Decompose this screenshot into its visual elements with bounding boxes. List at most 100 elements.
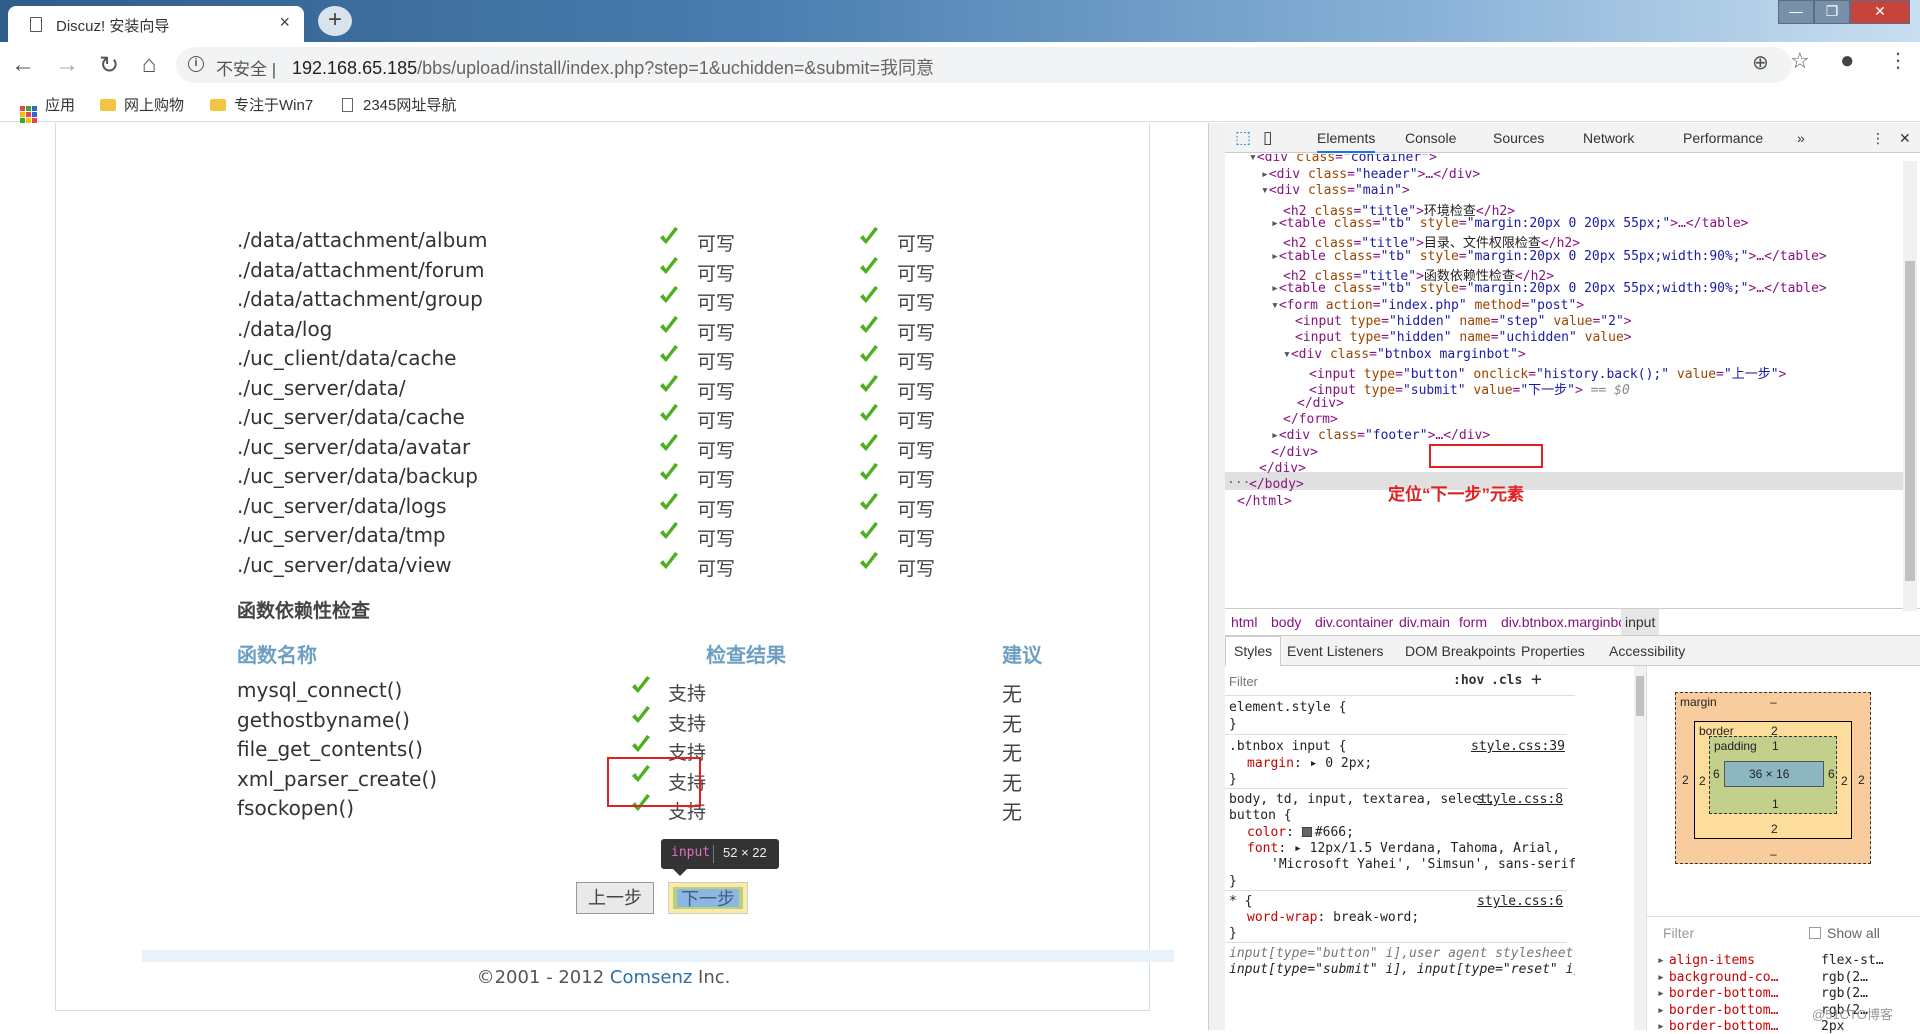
bookmark-star-icon[interactable]: ☆ bbox=[1790, 48, 1810, 74]
dom-line[interactable]: </form> bbox=[1283, 412, 1338, 427]
dom-line[interactable]: <input type="hidden" name="step" value="… bbox=[1295, 314, 1632, 329]
dom-tree-scrollbar[interactable] bbox=[1903, 161, 1917, 611]
rule-body-source-link[interactable]: style.css:8 bbox=[1477, 792, 1563, 807]
crumb-main[interactable]: div.main bbox=[1399, 614, 1450, 630]
rule-btnbox-selector[interactable]: .btnbox input { bbox=[1229, 739, 1346, 754]
dom-row-dots[interactable]: ... bbox=[1227, 472, 1250, 487]
dom-line[interactable]: </html> bbox=[1237, 494, 1292, 509]
rule-btnbox-source-link[interactable]: style.css:39 bbox=[1471, 739, 1565, 754]
next-step-button[interactable]: 下一步 bbox=[668, 882, 748, 914]
zoom-icon[interactable]: ⊕ bbox=[1752, 50, 1769, 75]
window-close-button[interactable]: ✕ bbox=[1850, 0, 1910, 24]
window-minimize-button[interactable]: — bbox=[1778, 0, 1814, 24]
tab-dom-breakpoints[interactable]: DOM Breakpoints bbox=[1405, 643, 1515, 659]
expand-triangle-icon[interactable]: ▸ bbox=[1657, 970, 1665, 985]
tab-elements[interactable]: Elements bbox=[1317, 130, 1376, 153]
rule-body-selector-2[interactable]: button { bbox=[1229, 808, 1292, 823]
dom-line[interactable]: </div> bbox=[1271, 445, 1318, 460]
box-model-border[interactable]: border 2 2 2 2 padding 1 1 6 6 36 × 16 bbox=[1694, 721, 1852, 839]
dom-line[interactable]: ▸<div class="header">…</div> bbox=[1261, 167, 1480, 182]
dom-tree[interactable]: ... ▾<div class="container"> ▸<div class… bbox=[1225, 154, 1905, 608]
computed-prop-row[interactable]: ▸ align-items flex-st… bbox=[1657, 953, 1884, 968]
prop-color[interactable]: color: #666; bbox=[1247, 825, 1354, 840]
new-rule-icon[interactable]: + bbox=[1531, 669, 1542, 690]
expand-triangle-icon[interactable]: ▸ bbox=[1657, 953, 1665, 968]
more-tabs-icon[interactable]: » bbox=[1797, 130, 1805, 146]
dom-line[interactable]: ▾<div class="container"> bbox=[1249, 154, 1437, 165]
reload-icon[interactable]: ↻ bbox=[94, 51, 124, 80]
crumb-btnbox[interactable]: div.btnbox.marginbot bbox=[1501, 614, 1630, 630]
dom-line[interactable]: ▸<table class="tb" style="margin:20px 0 … bbox=[1271, 281, 1827, 296]
rule-ua-selector[interactable]: input[type="button" i], bbox=[1229, 946, 1409, 961]
back-arrow-icon[interactable]: ← bbox=[8, 51, 38, 79]
browser-menu-icon[interactable]: ⋮ bbox=[1888, 48, 1908, 73]
tab-styles[interactable]: Styles bbox=[1225, 636, 1282, 666]
home-icon[interactable]: ⌂ bbox=[134, 51, 164, 79]
tab-network[interactable]: Network bbox=[1583, 130, 1634, 146]
crumb-container[interactable]: div.container bbox=[1315, 614, 1393, 630]
rule-element-style[interactable]: element.style { bbox=[1229, 700, 1346, 715]
dom-line[interactable]: ▸<table class="tb" style="margin:20px 0 … bbox=[1271, 216, 1748, 231]
new-tab-button[interactable]: + bbox=[318, 6, 352, 36]
dom-line[interactable]: ▾<div class="main"> bbox=[1261, 183, 1410, 198]
computed-prop-row[interactable]: ▸ background-co… rgb(2… bbox=[1657, 970, 1868, 985]
inspect-element-icon[interactable]: ⬚ bbox=[1235, 128, 1251, 148]
prop-word-wrap[interactable]: word-wrap: break-word; bbox=[1247, 910, 1419, 925]
rule-star-source-link[interactable]: style.css:6 bbox=[1477, 894, 1563, 909]
tab-performance[interactable]: Performance bbox=[1683, 130, 1763, 146]
styles-filter-input[interactable] bbox=[1229, 670, 1439, 692]
computed-filter-input[interactable]: Filter bbox=[1663, 925, 1694, 941]
computed-prop-row[interactable]: ▸ border-bottom… rgb(2… bbox=[1657, 1003, 1868, 1018]
device-toolbar-icon[interactable]: ▯ bbox=[1263, 128, 1272, 148]
prev-step-button[interactable]: 上一步 bbox=[576, 882, 654, 914]
dom-line[interactable]: </div> bbox=[1297, 396, 1344, 411]
expand-triangle-icon[interactable]: ▸ bbox=[1657, 986, 1665, 1001]
site-info-icon[interactable]: i bbox=[188, 56, 204, 72]
address-bar[interactable]: i 不安全 | 192.168.65.185/bbs/upload/instal… bbox=[176, 47, 1792, 83]
prop-margin[interactable]: margin: ▸ 0 2px; bbox=[1247, 756, 1372, 771]
browser-tab[interactable]: Discuz! 安装向导 × bbox=[8, 6, 304, 42]
rule-star-selector[interactable]: * { bbox=[1229, 894, 1252, 909]
page-scrollbar[interactable] bbox=[1209, 123, 1225, 1030]
tab-close-icon[interactable]: × bbox=[279, 12, 290, 33]
tab-properties[interactable]: Properties bbox=[1521, 643, 1585, 659]
dom-line[interactable]: ▸<div class="footer">…</div> bbox=[1271, 428, 1490, 443]
window-maximize-button[interactable]: ❐ bbox=[1814, 0, 1850, 24]
crumb-body[interactable]: body bbox=[1271, 614, 1301, 630]
crumb-form[interactable]: form bbox=[1459, 614, 1487, 630]
forward-arrow-icon[interactable]: → bbox=[52, 51, 82, 79]
expand-triangle-icon[interactable]: ▸ bbox=[1657, 1003, 1665, 1018]
devtools-menu-icon[interactable]: ⋮ bbox=[1871, 130, 1885, 147]
account-icon[interactable]: ● bbox=[1840, 47, 1855, 75]
crumb-html[interactable]: html bbox=[1231, 614, 1257, 630]
box-model-content[interactable]: 36 × 16 bbox=[1724, 761, 1824, 787]
box-model-margin[interactable]: margin – – 2 2 border 2 2 2 2 padding 1 … bbox=[1675, 692, 1871, 864]
tab-accessibility[interactable]: Accessibility bbox=[1609, 643, 1685, 659]
rule-body-selector[interactable]: body, td, input, textarea, select, bbox=[1229, 792, 1495, 807]
bookmark-apps[interactable]: 应用 bbox=[20, 94, 75, 123]
box-model-padding[interactable]: padding 1 1 6 6 36 × 16 bbox=[1709, 736, 1837, 814]
expand-triangle-icon[interactable]: ▸ bbox=[1657, 1019, 1665, 1034]
dom-line[interactable]: ▸<table class="tb" style="margin:20px 0 … bbox=[1271, 249, 1827, 264]
hover-state-toggle[interactable]: :hov bbox=[1453, 673, 1484, 688]
bookmark-2345[interactable]: 2345网址导航 bbox=[342, 94, 456, 115]
computed-prop-row[interactable]: ▸ border-bottom… rgb(2… bbox=[1657, 986, 1868, 1001]
scrollbar-thumb[interactable] bbox=[1905, 261, 1915, 581]
bookmark-shopping[interactable]: 网上购物 bbox=[100, 94, 184, 115]
scrollbar-thumb[interactable] bbox=[1636, 676, 1644, 716]
rule-ua-selector-2[interactable]: input[type="submit" i], input[type="rese… bbox=[1229, 962, 1575, 977]
show-all-checkbox[interactable]: Show all bbox=[1809, 925, 1880, 941]
dom-line[interactable]: <input type="hidden" name="uchidden" val… bbox=[1295, 330, 1632, 345]
tab-sources[interactable]: Sources bbox=[1493, 130, 1544, 146]
crumb-input[interactable]: input bbox=[1621, 609, 1660, 635]
dom-line[interactable]: ▾<form action="index.php" method="post"> bbox=[1271, 298, 1584, 313]
color-swatch-icon[interactable] bbox=[1301, 827, 1312, 837]
styles-scrollbar[interactable] bbox=[1634, 666, 1646, 1030]
copyright-company-link[interactable]: Comsenz bbox=[610, 967, 692, 988]
dom-line[interactable]: </body> bbox=[1249, 477, 1304, 492]
tab-event-listeners[interactable]: Event Listeners bbox=[1287, 643, 1384, 659]
url-text[interactable]: 192.168.65.185/bbs/upload/install/index.… bbox=[292, 54, 934, 80]
dom-line[interactable]: ▾<div class="btnbox marginbot"> bbox=[1283, 347, 1526, 362]
class-toggle[interactable]: .cls bbox=[1491, 673, 1522, 688]
tab-console[interactable]: Console bbox=[1405, 130, 1456, 146]
